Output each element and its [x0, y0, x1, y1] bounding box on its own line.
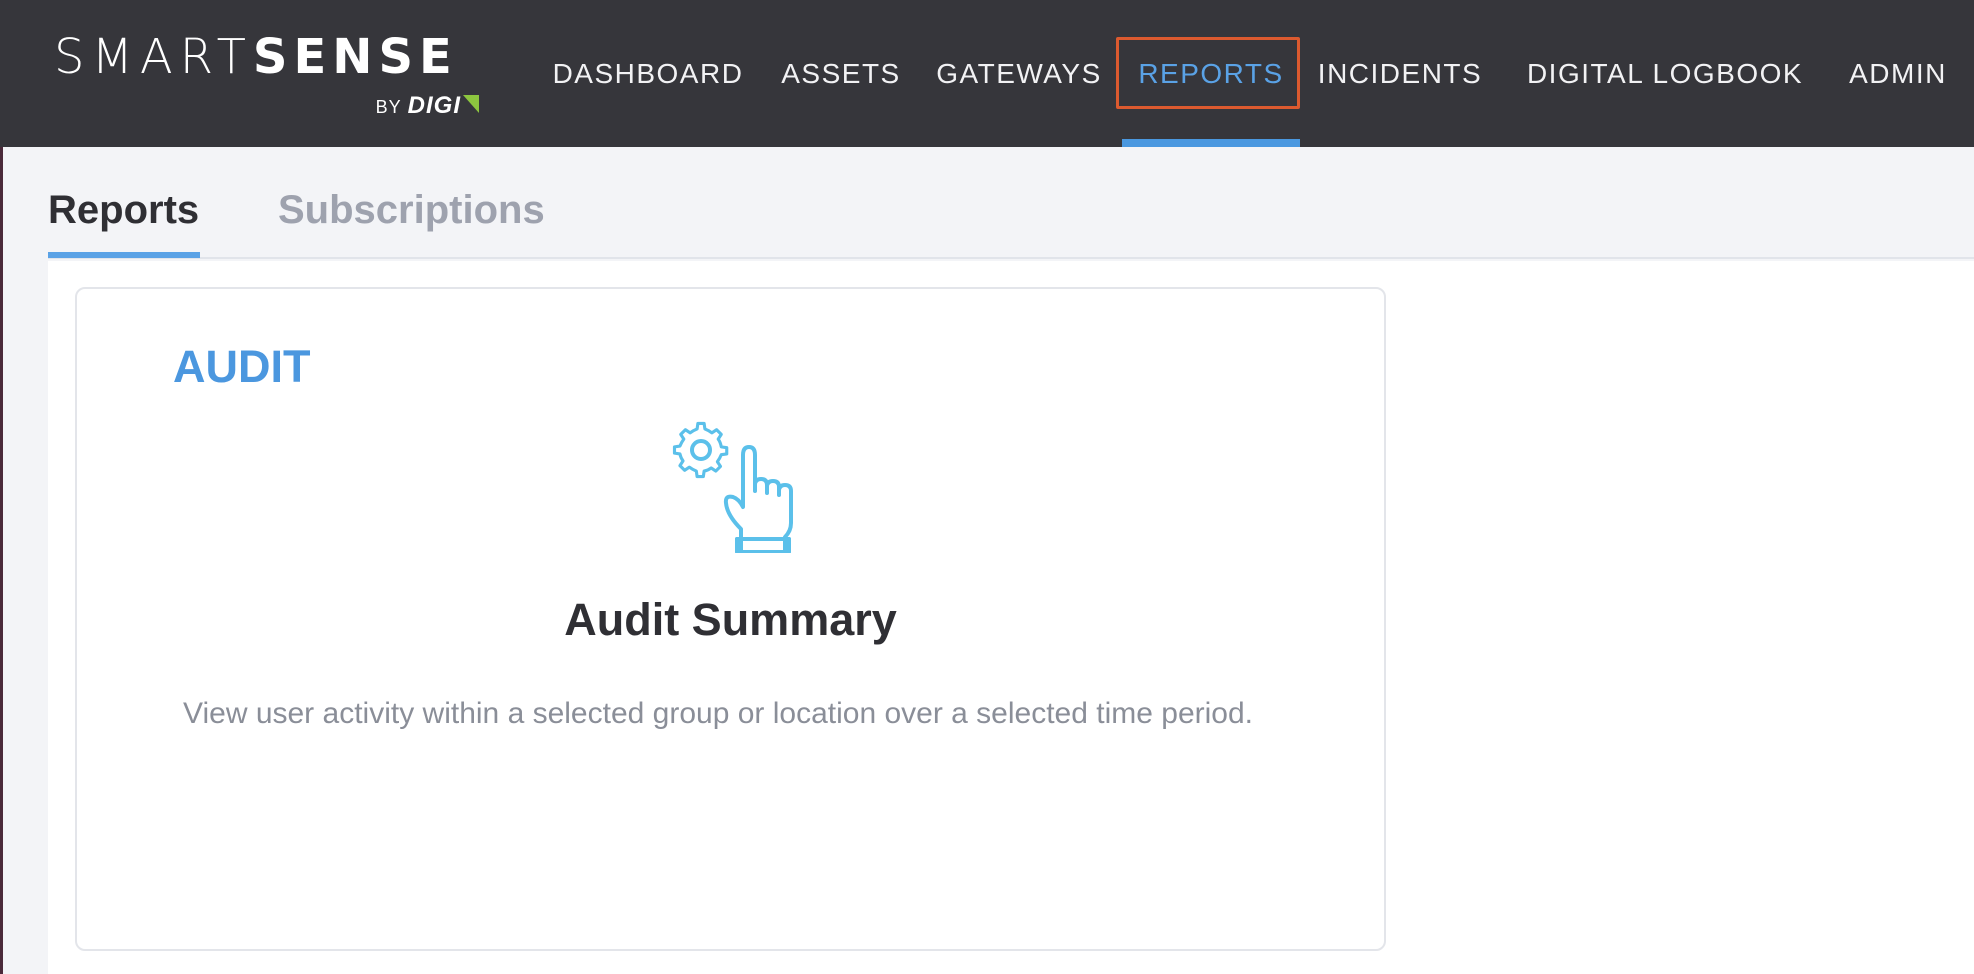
- nav-incidents[interactable]: INCIDENTS: [1312, 0, 1488, 147]
- logo-brand-light: SMART: [54, 29, 253, 85]
- smartsense-logo[interactable]: SMARTSENSE BY DIGI: [54, 26, 479, 126]
- logo-by: BY: [375, 97, 402, 117]
- tab-active-indicator: [48, 252, 200, 258]
- digi-mark-icon: [463, 95, 479, 113]
- report-description: View user activity within a selected gro…: [183, 697, 1253, 730]
- tab-subscriptions[interactable]: Subscriptions: [278, 188, 545, 233]
- nav-digital-logbook[interactable]: DIGITAL LOGBOOK: [1514, 0, 1816, 147]
- top-navigation-bar: SMARTSENSE BY DIGI DASHBOARD ASSETS GATEW…: [0, 0, 1974, 147]
- nav-active-indicator: [1122, 139, 1300, 147]
- report-category-label: AUDIT: [173, 341, 311, 392]
- nav-admin[interactable]: ADMIN: [1840, 0, 1956, 147]
- report-title: Audit Summary: [564, 594, 897, 645]
- tab-reports[interactable]: Reports: [48, 188, 199, 233]
- nav-assets[interactable]: ASSETS: [778, 0, 904, 147]
- nav-dashboard[interactable]: DASHBOARD: [546, 0, 750, 147]
- nav-gateways[interactable]: GATEWAYS: [930, 0, 1108, 147]
- report-tabs: Reports Subscriptions: [48, 148, 1974, 259]
- logo-wordmark: SMARTSENSE: [54, 26, 458, 87]
- gear-hand-pointer-icon: [672, 421, 793, 553]
- logo-company: DIGI: [407, 92, 461, 119]
- audit-summary-report-card[interactable]: AUDIT Audit Summary View user activity w…: [75, 287, 1386, 951]
- reports-content: AUDIT Audit Summary View user activity w…: [48, 261, 1974, 974]
- nav-reports-highlight-box: [1116, 37, 1300, 109]
- logo-brand-bold: SENSE: [252, 29, 458, 85]
- logo-byline: BY DIGI: [376, 92, 479, 121]
